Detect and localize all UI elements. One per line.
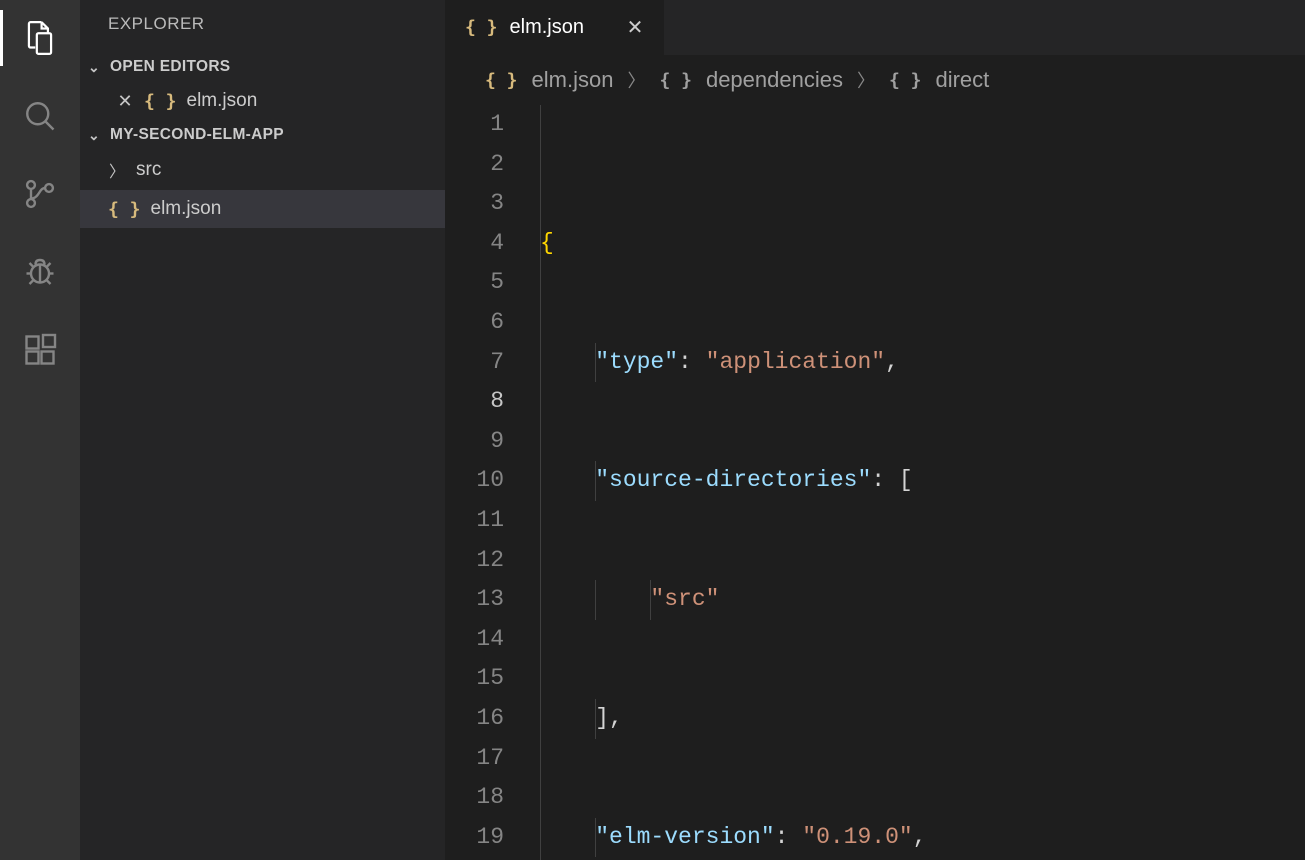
code-token: "type" — [595, 349, 678, 375]
explorer-sidebar: EXPLORER ⌄ OPEN EDITORS ✕ { } elm.json ⌄… — [80, 0, 445, 860]
debug-icon — [20, 252, 60, 292]
json-file-icon: { } — [108, 199, 141, 220]
activity-bar — [0, 0, 80, 860]
line-number: 14 — [445, 620, 504, 660]
close-icon[interactable]: ✕ — [626, 15, 644, 40]
line-number: 6 — [445, 303, 504, 343]
breadcrumb-file[interactable]: elm.json — [532, 67, 614, 93]
code-token: ], — [595, 705, 623, 731]
code-editor[interactable]: 1 2 3 4 5 6 7 8 9 10 11 12 13 14 15 16 1… — [445, 105, 1305, 860]
line-number: 10 — [445, 461, 504, 501]
activity-source-control[interactable] — [0, 174, 80, 214]
code-token: "elm-version" — [595, 824, 774, 850]
code-token: "0.19.0" — [802, 824, 912, 850]
code-token: "src" — [650, 586, 719, 612]
code-content[interactable]: { "type": "application", "source-directo… — [540, 105, 1305, 860]
line-number: 5 — [445, 263, 504, 303]
chevron-down-icon: ⌄ — [84, 59, 104, 76]
file-item-elm-json[interactable]: { } elm.json — [80, 190, 445, 228]
source-control-icon — [20, 174, 60, 214]
line-number: 19 — [445, 818, 504, 858]
line-number: 1 — [445, 105, 504, 145]
folder-name: src — [136, 159, 161, 181]
project-name-label: MY-SECOND-ELM-APP — [110, 126, 284, 144]
json-file-icon: { } — [485, 70, 518, 91]
activity-extensions[interactable] — [0, 330, 80, 370]
open-editors-header[interactable]: ⌄ OPEN EDITORS — [80, 52, 445, 82]
tab-elm-json[interactable]: { } elm.json ✕ — [445, 0, 665, 55]
files-icon — [20, 18, 60, 58]
breadcrumbs[interactable]: { } elm.json 〉 { } dependencies 〉 { } di… — [445, 55, 1305, 105]
folder-item-src[interactable]: 〉 src — [80, 150, 445, 190]
line-number: 15 — [445, 659, 504, 699]
code-token: "source-directories" — [595, 467, 871, 493]
line-number: 16 — [445, 699, 504, 739]
line-number: 9 — [445, 422, 504, 462]
project-header[interactable]: ⌄ MY-SECOND-ELM-APP — [80, 120, 445, 150]
file-name: elm.json — [151, 198, 222, 220]
line-number: 4 — [445, 224, 504, 264]
line-number: 3 — [445, 184, 504, 224]
line-number: 7 — [445, 343, 504, 383]
line-number: 12 — [445, 541, 504, 581]
line-number: 8 — [445, 382, 504, 422]
extensions-icon — [20, 330, 60, 370]
json-file-icon: { } — [465, 17, 498, 38]
code-token: "application" — [706, 349, 885, 375]
line-number: 18 — [445, 778, 504, 818]
activity-debug[interactable] — [0, 252, 80, 292]
line-number: 13 — [445, 580, 504, 620]
json-object-icon: { } — [659, 70, 692, 91]
chevron-right-icon: 〉 — [857, 67, 875, 93]
activity-search[interactable] — [0, 96, 80, 136]
editor-area: { } elm.json ✕ { } elm.json 〉 { } depend… — [445, 0, 1305, 860]
json-object-icon: { } — [889, 70, 922, 91]
search-icon — [20, 96, 60, 136]
open-editor-item[interactable]: ✕ { } elm.json — [80, 82, 445, 120]
open-editor-filename: elm.json — [187, 90, 258, 112]
editor-tabs: { } elm.json ✕ — [445, 0, 1305, 55]
breadcrumb-dependencies[interactable]: dependencies — [706, 67, 843, 93]
line-number: 17 — [445, 739, 504, 779]
line-number-gutter: 1 2 3 4 5 6 7 8 9 10 11 12 13 14 15 16 1… — [445, 105, 540, 860]
line-number: 11 — [445, 501, 504, 541]
chevron-right-icon: 〉 — [108, 158, 126, 182]
tab-label: elm.json — [510, 16, 584, 39]
sidebar-title: EXPLORER — [80, 0, 445, 52]
open-editors-label: OPEN EDITORS — [110, 58, 230, 76]
code-token: { — [540, 230, 554, 256]
activity-explorer[interactable] — [0, 18, 80, 58]
breadcrumb-direct[interactable]: direct — [935, 67, 989, 93]
close-icon[interactable]: ✕ — [116, 91, 134, 112]
line-number: 2 — [445, 145, 504, 185]
json-file-icon: { } — [144, 91, 177, 112]
chevron-down-icon: ⌄ — [84, 127, 104, 144]
chevron-right-icon: 〉 — [627, 67, 645, 93]
